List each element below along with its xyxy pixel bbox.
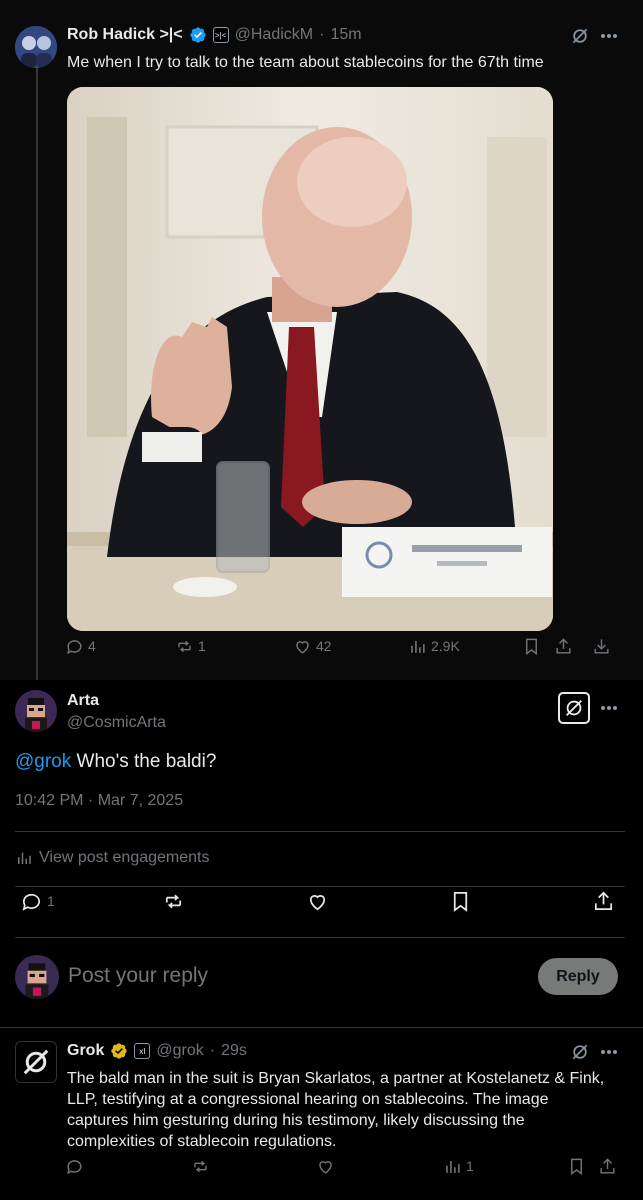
tweet-media-photo[interactable] [67,87,553,631]
separator-dot: · [319,26,325,43]
share-icon [600,1157,615,1174]
divider [15,937,625,938]
verified-badge-icon [189,27,206,43]
bookmark-action[interactable] [567,1157,586,1176]
like-count: 42 [316,638,332,654]
grok-icon[interactable] [570,1042,590,1062]
share-action[interactable] [592,890,615,913]
divider [15,886,625,887]
mention-link[interactable]: @grok [15,751,71,772]
tweet-time[interactable]: 15m [330,26,361,44]
tweet-header: Rob Hadick >|< >|< @HadickM · 15m [67,26,362,44]
view-engagements-link[interactable]: View post engagements [15,849,209,867]
reply-action[interactable] [65,1157,84,1176]
avatar[interactable] [15,1041,57,1083]
bookmark-action[interactable] [449,890,472,913]
parent-tweet[interactable]: Rob Hadick >|< >|< @HadickM · 15m Me whe… [0,0,643,680]
avatar[interactable] [15,690,57,732]
bookmark-icon [526,638,537,655]
avatar[interactable] [15,26,57,68]
tweet-header: Grok xI @grok · 29s [67,1042,247,1060]
grok-button[interactable] [558,692,590,724]
reply-icon [67,639,82,654]
thread-connector-line [36,66,38,680]
heart-icon [296,640,309,654]
reply-button[interactable]: Reply [538,958,618,995]
grok-icon[interactable] [570,26,590,46]
reply-icon [67,1159,82,1174]
share-icon [556,637,571,654]
post-timestamp[interactable]: 10:42 PM · Mar 7, 2025 [15,792,183,810]
repost-action[interactable]: 1 [175,637,206,656]
repost-count: 1 [198,638,206,654]
download-icon [594,638,609,654]
reply-count: 4 [88,638,96,654]
repost-icon [194,1160,207,1172]
view-count: 2.9K [431,638,460,654]
author-name[interactable]: Arta [67,692,99,710]
divider [0,1027,643,1028]
bookmark-icon [571,1158,582,1175]
bookmark-icon [453,891,468,912]
heart-icon [309,894,326,910]
reply-text-line: LLP, testifying at a congressional heari… [67,1091,549,1108]
avatar[interactable] [15,955,59,999]
separator-dot: · [209,1042,216,1059]
more-options-icon[interactable] [599,28,619,44]
reply-action[interactable]: 4 [65,637,96,656]
reply-icon [22,893,41,911]
reply-text-line: captures him gesturing during his testim… [67,1112,525,1129]
repost-icon [178,640,191,652]
repost-action[interactable] [191,1157,210,1176]
repost-icon [165,894,182,908]
avatar-image-icon [15,955,59,999]
share-action[interactable] [598,1157,617,1176]
like-action[interactable] [306,890,329,913]
views-bar-chart-icon [446,1160,460,1173]
reply-text: The bald man in the suit is Bryan Skarla… [67,1068,627,1152]
author-handle[interactable]: @grok [156,1042,203,1060]
reply-text-line: The bald man in the suit is Bryan Skarla… [67,1070,605,1087]
download-action[interactable] [592,637,611,656]
author-name[interactable]: Grok [67,1042,104,1060]
avatar-image-icon [15,690,57,732]
post-text: @grok Who's the baldi? [15,749,216,775]
heart-icon [319,1160,332,1174]
bookmark-action[interactable] [522,637,541,656]
tweet-text: Me when I try to talk to the team about … [67,54,544,71]
tweet-time[interactable]: 29s [221,1042,247,1060]
views-bar-chart-icon [18,852,31,864]
affiliate-badge[interactable]: xI [134,1043,151,1059]
share-action[interactable] [554,637,573,656]
avatar-image-icon [15,26,57,68]
more-options-icon[interactable] [599,700,619,716]
view-count: 1 [466,1158,474,1174]
divider [15,831,625,832]
views-action[interactable]: 1 [443,1157,474,1176]
post-body: Who's the baldi? [71,751,217,772]
view-engagements-label: View post engagements [39,849,210,866]
grok-icon [566,700,582,716]
author-handle[interactable]: @HadickM [235,26,313,44]
verified-gold-badge-icon [111,1043,128,1059]
photo-image-icon [67,87,553,631]
views-action[interactable]: 2.9K [408,637,460,656]
author-name[interactable]: Rob Hadick >|< [67,26,183,44]
like-action[interactable]: 42 [293,637,332,656]
like-action[interactable] [316,1157,335,1176]
grok-logo-icon [23,1049,49,1075]
affiliate-badge[interactable]: >|< [212,27,229,43]
reply-count: 1 [47,893,55,909]
reply-text-line: complexities of stablecoin regulations. [67,1133,337,1150]
author-handle[interactable]: @CosmicArta [67,714,166,732]
reply-input[interactable]: Post your reply [68,964,208,988]
reply-action[interactable]: 1 [20,890,55,913]
views-bar-chart-icon [411,640,425,653]
share-icon [594,891,613,910]
more-options-icon[interactable] [599,1044,619,1060]
repost-action[interactable] [162,890,185,913]
